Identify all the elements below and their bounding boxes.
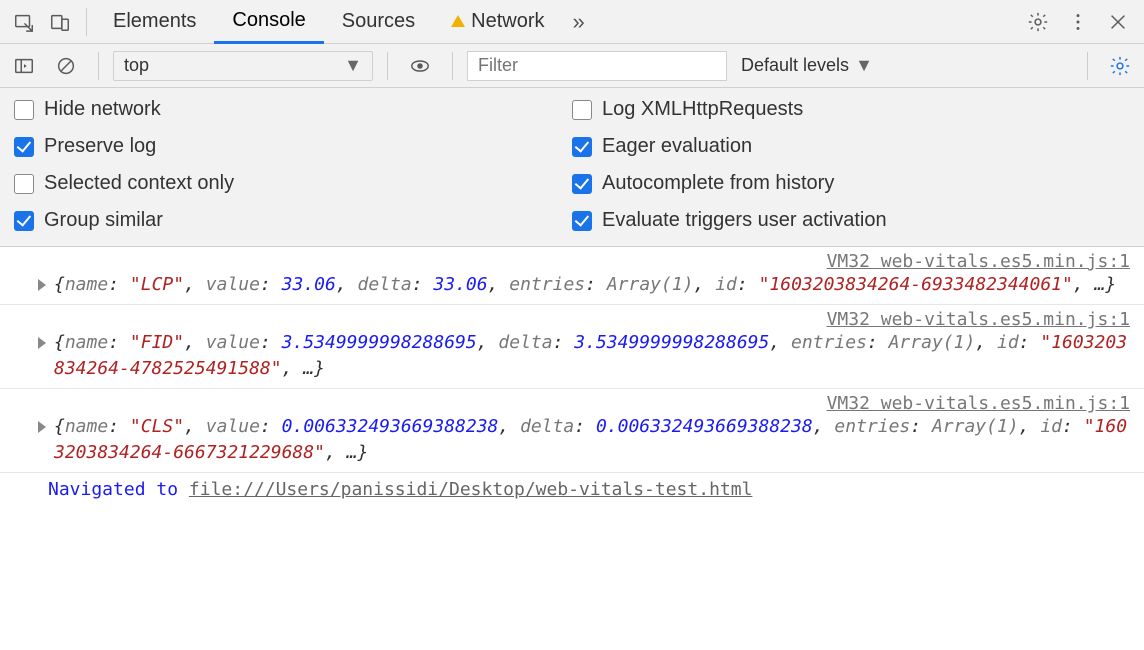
kebab-menu-icon[interactable] bbox=[1058, 4, 1098, 40]
settings-gear-icon[interactable] bbox=[1018, 4, 1058, 40]
console-settings-gear-icon[interactable] bbox=[1102, 48, 1138, 84]
checkbox-icon bbox=[14, 137, 34, 157]
source-link[interactable]: VM32 web-vitals.es5.min.js:1 bbox=[10, 251, 1134, 272]
source-link[interactable]: VM32 web-vitals.es5.min.js:1 bbox=[10, 309, 1134, 330]
log-object[interactable]: {name: "LCP", value: 33.06, delta: 33.06… bbox=[54, 272, 1116, 298]
console-output: VM32 web-vitals.es5.min.js:1{name: "LCP"… bbox=[0, 247, 1144, 473]
checkbox-icon bbox=[572, 100, 592, 120]
log-object[interactable]: {name: "FID", value: 3.5349999998288695,… bbox=[54, 330, 1134, 382]
clear-console-icon[interactable] bbox=[48, 48, 84, 84]
checkbox-label: Evaluate triggers user activation bbox=[602, 209, 887, 232]
console-sidebar-toggle-icon[interactable] bbox=[6, 48, 42, 84]
source-link[interactable]: VM32 web-vitals.es5.min.js:1 bbox=[10, 393, 1134, 414]
checkbox-label: Eager evaluation bbox=[602, 135, 752, 158]
log-levels-select[interactable]: Default levels ▼ bbox=[733, 55, 881, 76]
checkbox-label: Log XMLHttpRequests bbox=[602, 98, 803, 121]
tab-network-label: Network bbox=[471, 10, 544, 33]
divider bbox=[387, 52, 388, 80]
checkbox-preserve-log[interactable]: Preserve log bbox=[14, 135, 572, 158]
console-row: VM32 web-vitals.es5.min.js:1{name: "LCP"… bbox=[0, 247, 1144, 305]
checkbox-icon bbox=[14, 174, 34, 194]
checkbox-icon bbox=[14, 211, 34, 231]
checkbox-label: Autocomplete from history bbox=[602, 172, 834, 195]
divider bbox=[98, 52, 99, 80]
navigation-message: Navigated to file:///Users/panissidi/Des… bbox=[0, 473, 1144, 508]
expand-icon[interactable] bbox=[38, 421, 46, 433]
inspect-element-icon[interactable] bbox=[6, 4, 42, 40]
checkbox-icon bbox=[572, 137, 592, 157]
checkbox-label: Group similar bbox=[44, 209, 163, 232]
log-object[interactable]: {name: "CLS", value: 0.00633249366938823… bbox=[54, 414, 1134, 466]
checkbox-autocomplete[interactable]: Autocomplete from history bbox=[572, 172, 1130, 195]
chevron-down-icon: ▼ bbox=[344, 55, 362, 76]
warning-icon bbox=[451, 15, 465, 27]
expand-icon[interactable] bbox=[38, 279, 46, 291]
divider bbox=[86, 8, 87, 36]
divider bbox=[1087, 52, 1088, 80]
checkbox-icon bbox=[572, 174, 592, 194]
more-tabs-icon[interactable]: » bbox=[563, 9, 595, 35]
checkbox-icon bbox=[14, 100, 34, 120]
checkbox-eager-evaluation[interactable]: Eager evaluation bbox=[572, 135, 1130, 158]
log-levels-label: Default levels bbox=[741, 55, 849, 76]
tab-console[interactable]: Console bbox=[214, 0, 323, 44]
checkbox-label: Preserve log bbox=[44, 135, 156, 158]
checkbox-selected-context[interactable]: Selected context only bbox=[14, 172, 572, 195]
console-row: VM32 web-vitals.es5.min.js:1{name: "CLS"… bbox=[0, 389, 1144, 473]
close-icon[interactable] bbox=[1098, 4, 1138, 40]
chevron-down-icon: ▼ bbox=[855, 55, 873, 76]
tab-sources[interactable]: Sources bbox=[324, 0, 433, 44]
navigation-url[interactable]: file:///Users/panissidi/Desktop/web-vita… bbox=[189, 479, 753, 500]
tab-elements[interactable]: Elements bbox=[95, 0, 214, 44]
divider bbox=[452, 52, 453, 80]
console-settings-panel: Hide network Log XMLHttpRequests Preserv… bbox=[0, 88, 1144, 247]
live-expression-icon[interactable] bbox=[402, 48, 438, 84]
checkbox-evaluate-triggers[interactable]: Evaluate triggers user activation bbox=[572, 209, 1130, 232]
checkbox-group-similar[interactable]: Group similar bbox=[14, 209, 572, 232]
filter-input[interactable] bbox=[467, 51, 727, 81]
checkbox-label: Hide network bbox=[44, 98, 161, 121]
context-select[interactable]: top ▼ bbox=[113, 51, 373, 81]
expand-icon[interactable] bbox=[38, 337, 46, 349]
device-toolbar-icon[interactable] bbox=[42, 4, 78, 40]
context-select-value: top bbox=[124, 55, 149, 76]
checkbox-log-xhr[interactable]: Log XMLHttpRequests bbox=[572, 98, 1130, 121]
tab-network[interactable]: Network bbox=[433, 0, 562, 44]
checkbox-icon bbox=[572, 211, 592, 231]
navigation-prefix: Navigated to bbox=[48, 479, 189, 500]
checkbox-label: Selected context only bbox=[44, 172, 234, 195]
console-row: VM32 web-vitals.es5.min.js:1{name: "FID"… bbox=[0, 305, 1144, 389]
checkbox-hide-network[interactable]: Hide network bbox=[14, 98, 572, 121]
